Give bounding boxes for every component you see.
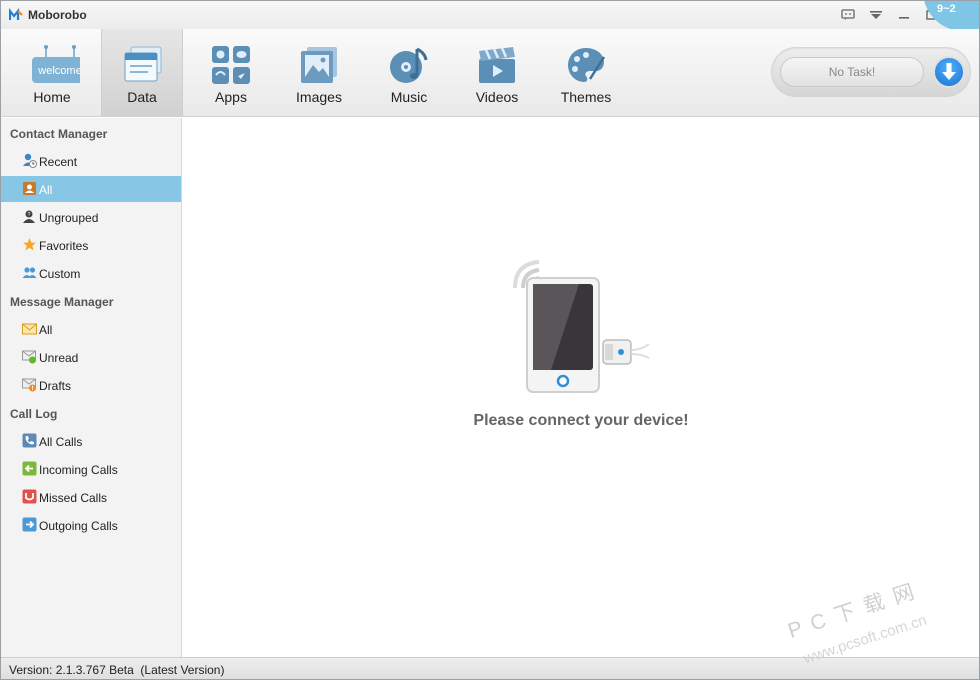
corner-badge[interactable]: 9~2	[923, 1, 979, 31]
tab-music[interactable]: Music	[368, 29, 450, 117]
sidebar-item-label: Missed Calls	[39, 491, 108, 505]
sidebar-item-label: Outgoing Calls	[39, 519, 118, 533]
sidebar-item-missed-calls[interactable]: Missed Calls	[1, 484, 181, 510]
sidebar-item-all-messages[interactable]: All	[1, 316, 181, 342]
sidebar-item-label: All Calls	[39, 435, 83, 449]
all-contacts-icon	[23, 182, 36, 195]
tab-images[interactable]: Images	[278, 29, 360, 117]
connect-device-illustration	[513, 260, 650, 393]
sidebar-item-label: Incoming Calls	[39, 463, 118, 477]
sidebar-item-all-calls[interactable]: All Calls	[1, 428, 181, 454]
sidebar-item-label: Unread	[39, 351, 79, 365]
menu-dropdown-icon[interactable]	[867, 7, 885, 23]
title-bar: Moborobo 9~2	[1, 1, 979, 31]
sidebar: Contact Manager Recent All ? Ungrouped F…	[1, 118, 182, 657]
sidebar-item-label: Ungrouped	[39, 211, 99, 225]
status-bar: Version: 2.1.3.767 Beta (Latest Version)	[1, 657, 979, 679]
section-contact-manager: Contact Manager	[10, 127, 108, 141]
tab-videos[interactable]: Videos	[456, 29, 538, 117]
tab-home[interactable]: welcome Home	[11, 29, 93, 117]
incoming-call-icon	[22, 461, 37, 476]
themes-icon	[568, 48, 606, 82]
app-title: Moborobo	[28, 8, 87, 22]
tab-themes[interactable]: Themes	[545, 29, 627, 117]
svg-text:?: ?	[28, 212, 31, 218]
outgoing-call-icon	[22, 517, 37, 532]
feedback-icon[interactable]	[839, 7, 857, 23]
sidebar-item-favorites[interactable]: Favorites	[1, 232, 181, 258]
apps-icon	[212, 46, 250, 84]
sidebar-item-label: Favorites	[39, 239, 89, 253]
music-icon	[390, 47, 428, 83]
tab-home-label: Home	[33, 89, 71, 105]
sidebar-item-label: Custom	[39, 267, 81, 281]
unread-message-icon	[22, 350, 36, 364]
tab-music-label: Music	[390, 89, 428, 105]
task-status-button[interactable]: No Task!	[780, 57, 924, 87]
sidebar-item-recent[interactable]: Recent	[1, 148, 181, 174]
sidebar-item-drafts[interactable]: Drafts	[1, 372, 181, 398]
download-manager-button[interactable]	[933, 56, 965, 88]
sidebar-item-incoming-calls[interactable]: Incoming Calls	[1, 456, 181, 482]
minimize-button[interactable]	[895, 7, 913, 23]
download-arrow-icon	[942, 63, 956, 80]
sidebar-item-unread[interactable]: Unread	[1, 344, 181, 370]
phone-icon	[22, 433, 37, 448]
sidebar-item-outgoing-calls[interactable]: Outgoing Calls	[1, 512, 181, 538]
connect-device-message: Please connect your device!	[473, 412, 689, 429]
custom-group-icon	[22, 267, 37, 278]
tab-images-label: Images	[296, 89, 342, 105]
envelope-icon	[22, 323, 37, 335]
tab-data[interactable]: Data	[101, 29, 183, 117]
tab-data-label: Data	[127, 89, 157, 105]
tab-apps-label: Apps	[215, 89, 247, 105]
sidebar-item-all-contacts[interactable]: All	[1, 176, 181, 202]
section-message-manager: Message Manager	[10, 295, 114, 309]
main-content: Please connect your device!	[183, 118, 979, 657]
main-toolbar: welcome Home Data Apps Images Music Vide…	[1, 29, 979, 117]
section-call-log: Call Log	[10, 407, 58, 421]
images-icon	[301, 47, 337, 83]
version-text: Version: 2.1.3.767 Beta (Latest Version)	[9, 663, 225, 677]
svg-text:welcome: welcome	[37, 65, 80, 77]
sidebar-item-ungrouped[interactable]: ? Ungrouped	[1, 204, 181, 230]
missed-call-icon	[22, 489, 37, 504]
data-icon	[124, 46, 162, 82]
tab-apps[interactable]: Apps	[190, 29, 272, 117]
sidebar-item-label: Recent	[39, 155, 78, 169]
ungrouped-icon: ?	[23, 210, 35, 223]
tab-videos-label: Videos	[475, 89, 519, 105]
recent-contact-icon	[23, 153, 37, 168]
sidebar-item-custom[interactable]: Custom	[1, 260, 181, 286]
star-icon	[23, 238, 36, 251]
sidebar-item-label: All	[39, 323, 53, 337]
tab-themes-label: Themes	[560, 89, 612, 105]
sidebar-item-label: All	[39, 183, 53, 197]
sidebar-item-label: Drafts	[39, 379, 72, 393]
moborobo-logo-icon	[9, 8, 23, 20]
task-panel: No Task!	[771, 47, 971, 97]
videos-icon	[479, 47, 515, 83]
app-window: Moborobo 9~2 welcome Home Data Apps Imag…	[0, 0, 980, 680]
welcome-icon: welcome	[32, 45, 80, 83]
draft-message-icon	[22, 378, 36, 392]
